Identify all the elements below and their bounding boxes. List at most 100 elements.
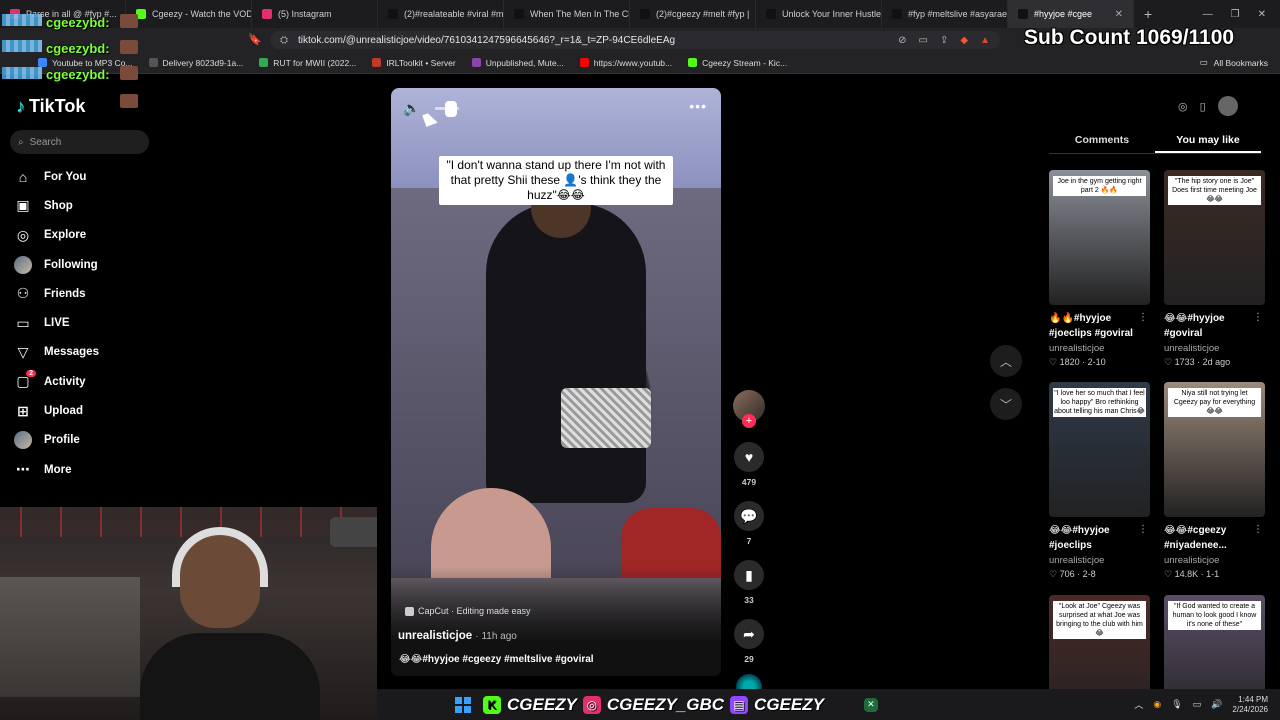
sidebar-item-activity[interactable]: ▢ 2 Activity (14, 367, 164, 396)
recommended-video-card[interactable]: Niya still not trying let Cgeezy pay for… (1164, 382, 1265, 580)
volume-knob[interactable] (445, 101, 457, 117)
microphone-icon[interactable]: 🎙 (1171, 699, 1182, 710)
browser-tab[interactable]: #fyp #meltslive #asyarae (882, 0, 1008, 28)
chevron-down-icon: ﹀ (999, 397, 1012, 412)
video-thumbnail[interactable]: Niya still not trying let Cgeezy pay for… (1164, 382, 1265, 517)
card-more-icon[interactable]: ⋮ (1138, 524, 1148, 535)
cast-icon[interactable]: ▭ (919, 35, 928, 46)
bookmark-star-icon[interactable]: 🔖 (248, 33, 262, 46)
tab-you-may-like[interactable]: You may like (1155, 128, 1261, 153)
more-options-icon[interactable]: ••• (689, 98, 707, 114)
video-hashtags[interactable]: 😂😂#hyyjoe #cgeezy #meltslive #goviral (399, 654, 594, 665)
recommended-video-card[interactable]: "I love her so much that I feel loo happ… (1049, 382, 1150, 580)
sidebar-item-explore[interactable]: ◎ Explore (14, 221, 164, 250)
share-icon[interactable]: ⇪ (940, 35, 948, 46)
microphone (330, 517, 377, 547)
creator-avatar[interactable]: + (733, 390, 765, 428)
sidebar-item-upload[interactable]: ⊞ Upload (14, 396, 164, 425)
phone-icon[interactable]: ▯ (1200, 100, 1206, 113)
card-more-icon[interactable]: ⋮ (1253, 524, 1263, 535)
video-thumbnail[interactable]: "I love her so much that I feel loo happ… (1049, 382, 1150, 517)
sidebar-item-profile[interactable]: Profile (14, 426, 164, 455)
speaker-icon[interactable]: 🔊 (1211, 699, 1222, 710)
video-thumbnail[interactable]: Joe in the gym getting right part 2 🔥🔥 (1049, 170, 1150, 305)
bookmark-item[interactable]: Cgeezy Stream - Kic... (688, 58, 787, 68)
close-window-icon[interactable]: ✕ (1258, 9, 1266, 20)
bookmark-item[interactable]: IRLToolkit • Server (372, 58, 456, 68)
all-bookmarks-button[interactable]: ▭ All Bookmarks (1200, 57, 1280, 68)
capcut-tag[interactable]: CapCut · Editing made easy (405, 606, 531, 616)
bookmark-item[interactable]: Delivery 8023d9-1a... (148, 58, 243, 68)
taskbar-clock[interactable]: 1:44 PM 2/24/2026 (1232, 695, 1268, 715)
card-author[interactable]: unrealisticjoe (1164, 555, 1265, 566)
sidebar-item-label: Profile (44, 434, 80, 447)
volume-icon[interactable]: 🔈 (403, 100, 420, 117)
comment-button[interactable]: 💬 (734, 501, 764, 531)
separator: · (1079, 357, 1088, 367)
user-avatar[interactable] (1217, 96, 1238, 116)
sidebar-item-shop[interactable]: ▣ Shop (14, 191, 164, 220)
follow-plus-icon[interactable]: + (742, 414, 756, 428)
video-thumbnail[interactable]: "The hip story one is Joe" Does first ti… (1164, 170, 1265, 305)
tray-chevron-icon[interactable]: ︿ (1134, 698, 1143, 711)
search-input[interactable]: ⌕ Search (10, 130, 149, 154)
minimize-icon[interactable]: — (1203, 9, 1213, 20)
card-author[interactable]: unrealisticjoe (1049, 343, 1150, 354)
browser-tab-bar: Parse in all @ #fyp #... Cgeezy - Watch t… (0, 0, 1280, 28)
stream-chat-overlay: cgeezybd: cgeezybd: cgeezybd: (0, 0, 140, 110)
tiktok-logo[interactable]: ♪ TikTok (16, 96, 85, 117)
url-field[interactable]: ⛭ tiktok.com/@unrealisticjoe/video/76103… (270, 31, 1000, 49)
tab-comments[interactable]: Comments (1049, 128, 1155, 153)
save-button[interactable]: ▮ (734, 560, 764, 590)
card-date: 2-8 (1082, 569, 1096, 579)
recommended-video-card[interactable]: "The hip story one is Joe" Does first ti… (1164, 170, 1265, 368)
network-icon[interactable]: ▭ (1193, 699, 1202, 710)
bookmark-item[interactable]: Unpublished, Mute... (471, 58, 564, 68)
browser-tab[interactable]: Unlock Your Inner Hustler (756, 0, 882, 28)
chat-badge (2, 67, 42, 79)
next-video-button[interactable]: ﹀ (990, 388, 1022, 420)
browser-tab[interactable]: When The Men In The Cl (504, 0, 630, 28)
share-button[interactable]: ➦ (734, 619, 764, 649)
tiktok-wordmark: TikTok (29, 96, 86, 116)
browser-tab[interactable]: (2)#cgeezy #melt #fyp | (630, 0, 756, 28)
brave-shield-icon[interactable]: ◆ (960, 35, 968, 46)
card-more-icon[interactable]: ⋮ (1138, 312, 1148, 323)
windows-start-icon[interactable] (455, 696, 471, 713)
new-tab-icon[interactable]: + (1134, 6, 1162, 22)
sidebar-item-messages[interactable]: ▽ Messages (14, 338, 164, 367)
like-button[interactable]: ♥ (734, 442, 764, 472)
previous-video-button[interactable]: ︿ (990, 345, 1022, 377)
browser-tab[interactable]: #hyyjoe #cgee ✕ (1008, 0, 1134, 28)
video-author[interactable]: unrealisticjoe · 11h ago (398, 630, 517, 642)
search-icon: ⌕ (18, 136, 24, 148)
bookmark-item[interactable]: https://www.youtub... (579, 58, 672, 68)
capcut-icon (405, 606, 414, 616)
sidebar-item-friends[interactable]: ⚇ Friends (14, 279, 164, 308)
card-more-icon[interactable]: ⋮ (1253, 312, 1263, 323)
card-like-count: 706 (1059, 569, 1075, 579)
browser-tab[interactable]: (2)#realateable #viral #me (378, 0, 504, 28)
close-tab-icon[interactable]: ✕ (1115, 9, 1123, 20)
compass-icon[interactable]: ◎ (1178, 100, 1188, 113)
browser-tab[interactable]: Cgeezy - Watch the VOD (126, 0, 252, 28)
terminal-app-icon[interactable]: ✕ (863, 697, 878, 712)
sidebar-item-more[interactable]: ⋯ More (14, 455, 164, 484)
browser-tab[interactable]: (5) Instagram (252, 0, 378, 28)
tray-app-icon[interactable]: ◉ (1153, 699, 1161, 710)
card-author[interactable]: unrealisticjoe (1164, 343, 1265, 354)
tracking-icon[interactable]: ⊘ (898, 35, 906, 46)
video-player[interactable]: "I don't wanna stand up there I'm not wi… (391, 88, 721, 676)
recommended-video-card[interactable]: Joe in the gym getting right part 2 🔥🔥 🔥🔥… (1049, 170, 1150, 368)
rewards-icon[interactable]: ▲ (980, 35, 990, 46)
sidebar-item-following[interactable]: Following (14, 250, 164, 279)
bookmark-item[interactable]: RUT for MWII (2022... (259, 58, 356, 68)
sidebar-item-live[interactable]: ▭ LIVE (14, 308, 164, 337)
site-info-icon[interactable]: ⛭ (280, 35, 288, 46)
sidebar-item-for-you[interactable]: ⌂ For You (14, 162, 164, 191)
sidebar-item-label: For You (44, 170, 87, 183)
capcut-label: CapCut · Editing made easy (418, 606, 531, 616)
card-author[interactable]: unrealisticjoe (1049, 555, 1150, 566)
maximize-icon[interactable]: ❐ (1231, 9, 1240, 20)
tab-favicon-icon (892, 9, 902, 19)
